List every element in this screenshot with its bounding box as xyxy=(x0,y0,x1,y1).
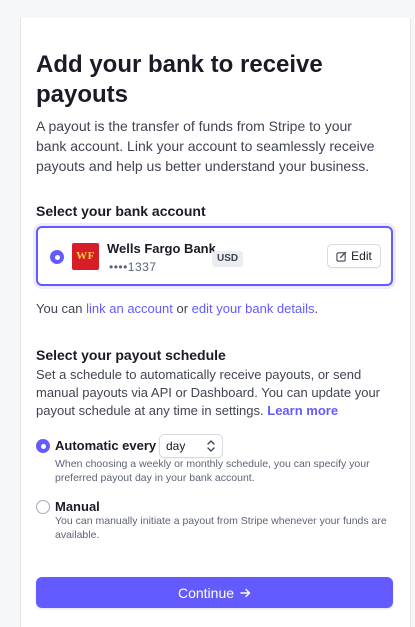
bank-section-heading: Select your bank account xyxy=(36,203,206,219)
edit-button-label: Edit xyxy=(351,249,372,263)
bank-account-option[interactable]: WF Wells Fargo Bank ••••1337 USD Edit xyxy=(36,226,393,286)
edit-bank-button[interactable]: Edit xyxy=(327,244,381,268)
page-title: Add your bank to receive payouts xyxy=(36,51,323,108)
bank-name: Wells Fargo Bank xyxy=(107,241,216,256)
pencil-square-icon xyxy=(336,251,347,262)
intro-text: A payout is the transfer of funds from S… xyxy=(36,118,375,174)
manual-option-description: You can manually initiate a payout from … xyxy=(55,515,387,541)
help-prefix: You can xyxy=(36,301,87,316)
automatic-radio[interactable] xyxy=(36,439,50,453)
help-suffix: . xyxy=(314,301,319,316)
continue-button[interactable]: Continue xyxy=(36,577,393,608)
automatic-option-description: When choosing a weekly or monthly schedu… xyxy=(55,458,370,484)
bank-account-radio[interactable] xyxy=(50,250,64,264)
learn-more-link[interactable]: Learn more xyxy=(267,403,338,418)
continue-button-label: Continue xyxy=(177,584,235,601)
payout-interval-select[interactable]: day xyxy=(159,434,223,458)
chevron-updown-icon xyxy=(207,440,215,452)
interval-selected-value: day xyxy=(166,439,186,453)
schedule-description: Set a schedule to automatically receive … xyxy=(36,366,391,420)
arrow-right-icon xyxy=(240,588,251,597)
edit-bank-details-link[interactable]: edit your bank details xyxy=(192,301,315,316)
bank-help-text: You can link an account or edit your ban… xyxy=(36,300,318,318)
automatic-option-label[interactable]: Automatic every xyxy=(55,437,156,455)
help-middle: or xyxy=(172,301,192,316)
manual-radio[interactable] xyxy=(36,500,50,514)
currency-badge: USD xyxy=(212,251,244,267)
link-account-link[interactable]: link an account xyxy=(86,301,173,316)
wells-fargo-logo-icon: WF xyxy=(72,243,99,270)
schedule-section-heading: Select your payout schedule xyxy=(36,347,226,363)
bank-account-number: ••••1337 xyxy=(109,260,157,274)
